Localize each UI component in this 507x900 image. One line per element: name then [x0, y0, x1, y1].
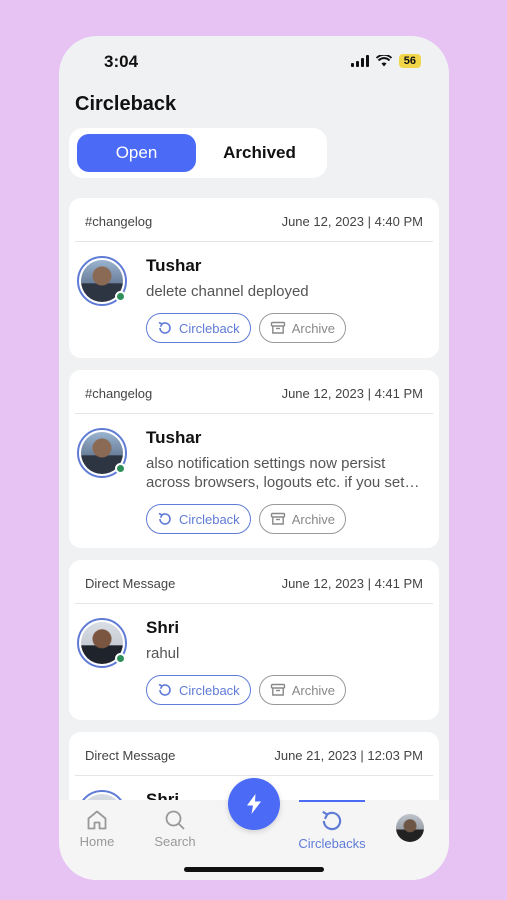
card-timestamp: June 12, 2023 | 4:40 PM — [281, 214, 423, 229]
tab-open[interactable]: Open — [77, 134, 196, 172]
card-channel: #changelog — [85, 386, 153, 401]
message-preview: delete channel deployed — [146, 283, 309, 300]
card-channel: Direct Message — [85, 576, 176, 591]
archive-icon — [270, 321, 285, 334]
card-header: Direct Message June 21, 2023 | 12:03 PM — [75, 732, 433, 776]
nav-circlebacks[interactable]: Circlebacks — [297, 808, 367, 851]
quick-action-button[interactable] — [228, 778, 280, 830]
message-preview: also notification settings now persist a… — [146, 455, 420, 491]
card-header: #changelog June 12, 2023 | 4:40 PM — [75, 198, 433, 242]
circleback-icon — [322, 810, 342, 831]
battery-icon: 56 — [398, 54, 421, 68]
nav-search-label: Search — [154, 834, 196, 849]
card-header: Direct Message June 12, 2023 | 4:41 PM — [75, 560, 433, 604]
circleback-button[interactable]: Circleback — [146, 313, 251, 343]
card-channel: #changelog — [85, 214, 153, 229]
search-icon — [165, 810, 185, 830]
circleback-button[interactable]: Circleback — [146, 504, 251, 534]
avatar — [77, 428, 127, 478]
status-time: 3:04 — [104, 52, 139, 71]
nav-search[interactable]: Search — [140, 808, 210, 849]
archive-label: Archive — [291, 511, 336, 527]
card-channel: Direct Message — [85, 748, 176, 763]
card-header: #changelog June 12, 2023 | 4:41 PM — [75, 370, 433, 414]
sender-name: Tushar — [146, 428, 202, 447]
archive-label: Archive — [291, 320, 336, 336]
avatar — [77, 256, 127, 306]
home-icon — [87, 810, 107, 830]
lightning-icon — [247, 794, 261, 814]
circleback-icon — [158, 512, 171, 525]
archive-button[interactable]: Archive — [258, 675, 347, 705]
circleback-icon — [158, 321, 171, 334]
nav-home-label: Home — [79, 834, 115, 849]
circleback-card[interactable]: #changelog June 12, 2023 | 4:40 PM Tusha… — [69, 198, 439, 358]
card-timestamp: June 12, 2023 | 4:41 PM — [281, 386, 423, 401]
online-status-dot — [115, 653, 126, 664]
message-preview: rahul — [146, 645, 180, 662]
sender-name: Shri — [146, 618, 180, 637]
archive-button[interactable]: Archive — [258, 504, 347, 534]
home-indicator — [184, 867, 324, 872]
online-status-dot — [115, 291, 126, 302]
status-indicators: 56 — [350, 54, 421, 68]
card-timestamp: June 12, 2023 | 4:41 PM — [281, 576, 423, 591]
archive-icon — [270, 683, 285, 696]
profile-avatar[interactable] — [396, 814, 424, 842]
page-title: Circleback — [75, 93, 177, 115]
tab-archived[interactable]: Archived — [200, 134, 319, 172]
circleback-button[interactable]: Circleback — [146, 675, 251, 705]
archive-button[interactable]: Archive — [258, 313, 347, 343]
archive-icon — [270, 512, 285, 525]
signal-icon — [350, 55, 369, 67]
circleback-card[interactable]: Direct Message June 12, 2023 | 4:41 PM S… — [69, 560, 439, 720]
archive-label: Archive — [291, 682, 336, 698]
circleback-card[interactable]: #changelog June 12, 2023 | 4:41 PM Tusha… — [69, 370, 439, 548]
status-bar: 3:04 56 — [59, 36, 449, 86]
active-tab-indicator — [299, 800, 365, 802]
nav-home[interactable]: Home — [62, 808, 132, 849]
circleback-label: Circleback — [179, 682, 240, 698]
card-timestamp: June 21, 2023 | 12:03 PM — [274, 748, 423, 763]
circleback-label: Circleback — [179, 320, 240, 336]
wifi-icon — [375, 55, 392, 67]
circleback-icon — [158, 683, 171, 696]
sender-name: Tushar — [146, 256, 202, 275]
phone-screen: 3:04 56 Circleback Open Archived #change… — [59, 36, 449, 880]
nav-circlebacks-label: Circlebacks — [298, 836, 366, 851]
circleback-label: Circleback — [179, 511, 240, 527]
avatar — [77, 618, 127, 668]
online-status-dot — [115, 463, 126, 474]
tab-switcher: Open Archived — [69, 128, 327, 178]
